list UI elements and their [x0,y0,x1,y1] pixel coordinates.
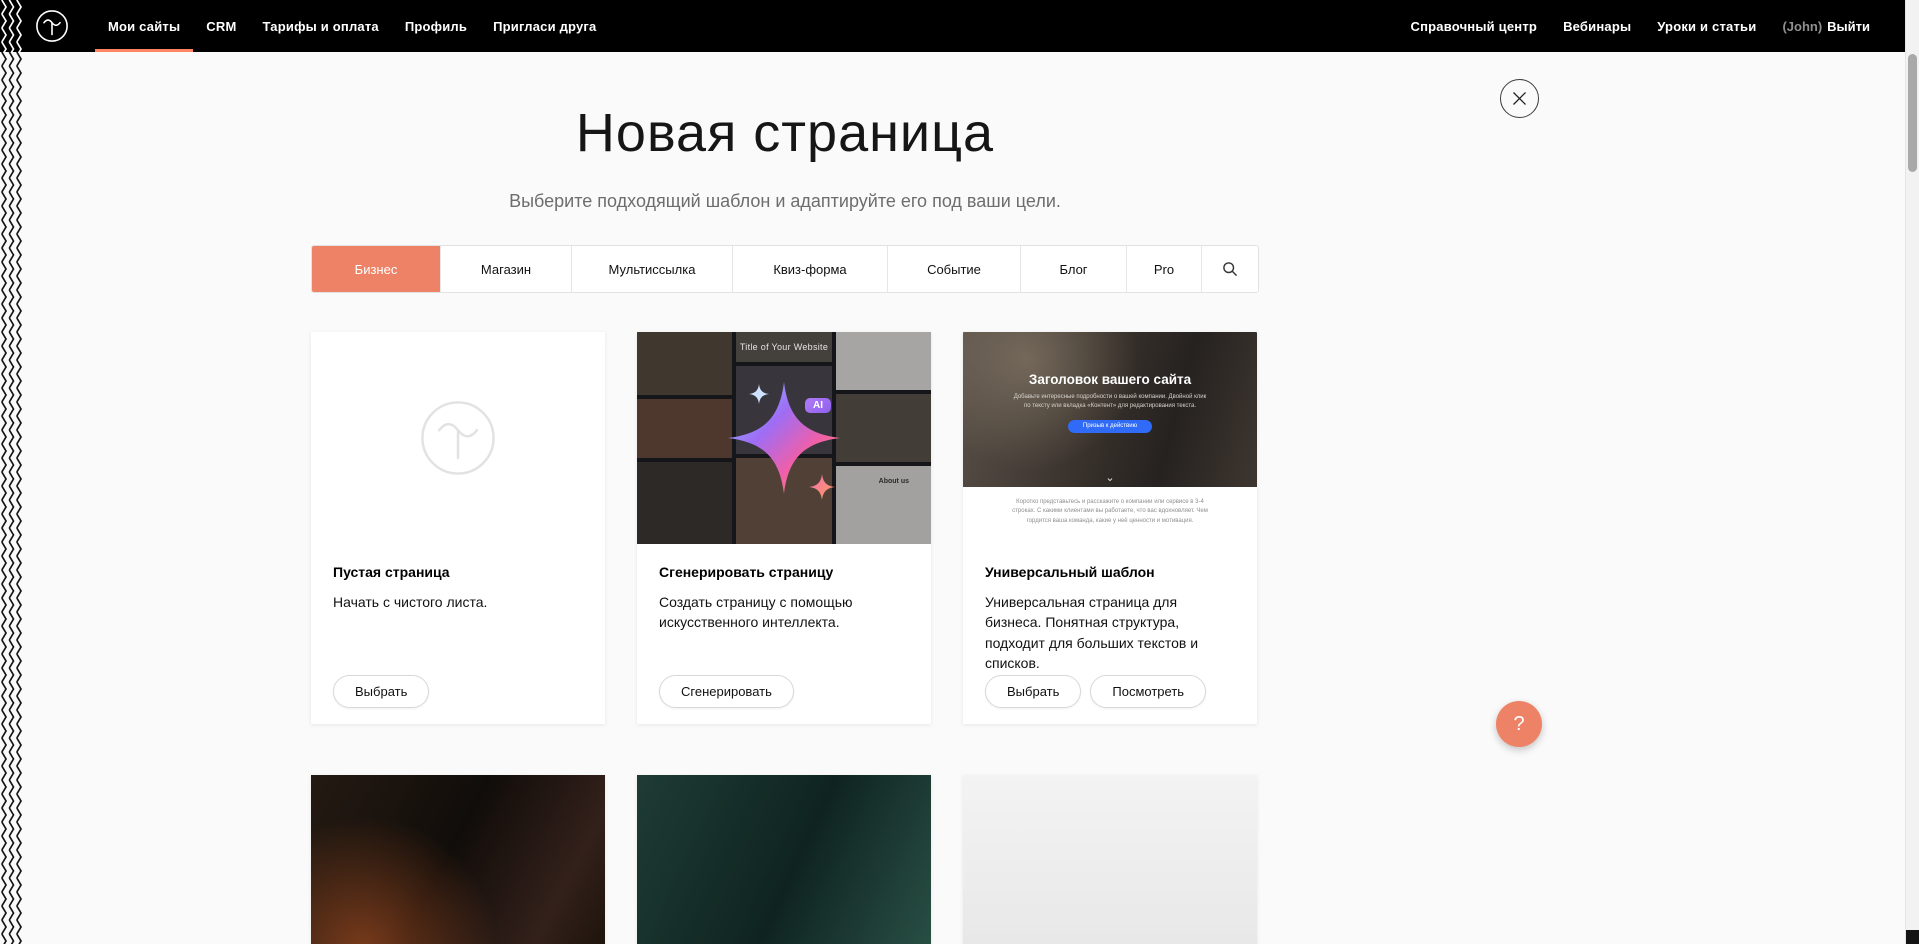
zigzag-edge-decoration [0,52,22,944]
tilda-watermark-icon [418,398,498,478]
close-button[interactable] [1500,79,1539,118]
secondary-menu: Справочный центр Вебинары Уроки и статьи… [1398,19,1883,34]
card-body: Пустая страница Начать с чистого листа. … [311,544,605,724]
username-label: (John) [1782,19,1822,34]
page-subtitle: Выберите подходящий шаблон и адаптируйте… [0,191,1570,212]
tab-event[interactable]: Событие [887,246,1020,292]
new-page-modal: Новая страница Выберите подходящий шабло… [0,52,1570,944]
close-icon [1512,91,1527,106]
zigzag-edge-decoration [0,0,22,52]
chevron-down-icon: ⌄ [963,473,1257,484]
ai-sparkle-group [637,332,931,544]
card-body: Универсальный шаблон Универсальная стран… [963,544,1257,724]
card-title: Пустая страница [333,564,583,580]
main-menu: Мои сайты CRM Тарифы и оплата Профиль Пр… [95,0,609,52]
page-title: Новая страница [0,102,1570,164]
scrollbar-thumb[interactable] [1908,54,1917,172]
scrollbar-corner [1906,930,1919,944]
tab-quiz[interactable]: Квиз-форма [732,246,887,292]
tilda-logo[interactable] [35,9,69,43]
card-title: Сгенерировать страницу [659,564,909,580]
template-card-ai-generate[interactable]: Title of Your Website About us [637,332,931,724]
help-button[interactable]: ? [1496,701,1542,747]
tab-pro[interactable]: Pro [1126,246,1201,292]
ai-preview-image: Title of Your Website About us [637,332,931,544]
preview-text-section: Коротко представьтесь и расскажите о ком… [963,487,1257,544]
choose-button[interactable]: Выбрать [333,675,429,708]
template-category-tabs: Бизнес Магазин Мультиссылка Квиз-форма С… [311,245,1259,293]
preview-cta-button: Призыв к действию [1068,420,1152,433]
card-description: Универсальная страница для бизнеса. Поня… [985,592,1235,673]
logout-link[interactable]: (John) Выйти [1769,19,1883,34]
preview-hero-subtitle: Добавьте интересные подробности о вашей … [1012,393,1208,412]
search-icon [1222,261,1238,277]
template-card-partial[interactable] [311,775,605,944]
nav-item-webinars[interactable]: Вебинары [1550,19,1644,34]
tab-shop[interactable]: Магазин [440,246,571,292]
card-description: Начать с чистого листа. [333,592,583,612]
ai-badge: AI [805,398,831,413]
template-card-blank[interactable]: Пустая страница Начать с чистого листа. … [311,332,605,724]
top-navbar: Мои сайты CRM Тарифы и оплата Профиль Пр… [0,0,1919,52]
template-cards-row-2 [311,775,1259,944]
nav-item-help-center[interactable]: Справочный центр [1398,19,1551,34]
preview-hero: Заголовок вашего сайта Добавьте интересн… [963,332,1257,487]
template-cards-row: Пустая страница Начать с чистого листа. … [311,332,1259,724]
small-sparkle-icon [749,384,769,404]
card-description: Создать страницу с помощью искусственног… [659,592,909,633]
generate-button[interactable]: Сгенерировать [659,675,794,708]
nav-item-invite-friend[interactable]: Пригласи друга [480,0,609,52]
preview-hero-title: Заголовок вашего сайта [963,332,1257,387]
tab-multilink[interactable]: Мультиссылка [571,246,732,292]
tilda-logo-icon [35,9,69,43]
blank-page-preview [311,332,605,544]
nav-item-profile[interactable]: Профиль [392,0,480,52]
view-button[interactable]: Посмотреть [1090,675,1206,708]
scrollbar-track[interactable] [1905,0,1919,944]
nav-item-tariffs[interactable]: Тарифы и оплата [249,0,391,52]
nav-item-lessons[interactable]: Уроки и статьи [1644,19,1769,34]
card-title: Универсальный шаблон [985,564,1235,580]
card-body: Сгенерировать страницу Создать страницу … [637,544,931,724]
universal-template-preview: Заголовок вашего сайта Добавьте интересн… [963,332,1257,544]
template-card-partial[interactable] [963,775,1257,944]
nav-item-my-sites[interactable]: Мои сайты [95,0,193,52]
logout-label: Выйти [1827,19,1870,34]
template-card-partial[interactable] [637,775,931,944]
card-actions: Выбрать Посмотреть [985,675,1235,708]
content-column: Бизнес Магазин Мультиссылка Квиз-форма С… [311,245,1259,944]
choose-button[interactable]: Выбрать [985,675,1081,708]
template-card-universal[interactable]: Заголовок вашего сайта Добавьте интересн… [963,332,1257,724]
small-sparkle-icon [809,474,835,500]
nav-item-crm[interactable]: CRM [193,0,249,52]
tab-search[interactable] [1201,246,1258,292]
card-actions: Выбрать [333,675,583,708]
tab-business[interactable]: Бизнес [312,246,440,292]
preview-body-text: Коротко представьтесь и расскажите о ком… [1004,498,1216,526]
tab-blog[interactable]: Блог [1020,246,1126,292]
card-actions: Сгенерировать [659,675,909,708]
